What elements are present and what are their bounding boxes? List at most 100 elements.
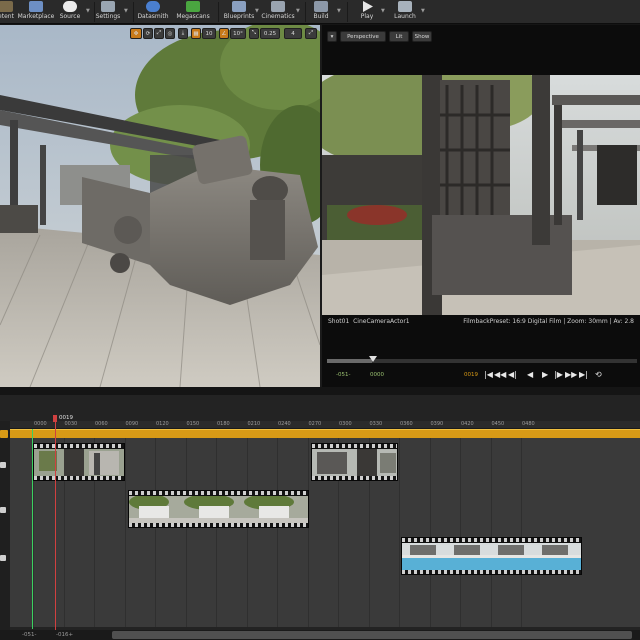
- play-icon: [360, 1, 374, 12]
- source-dropdown-arrow[interactable]: ▼: [86, 8, 92, 16]
- viewport-scene: [0, 25, 320, 387]
- preview-scrub-bar[interactable]: [327, 356, 637, 363]
- settings-icon: [101, 1, 115, 12]
- grid-snap-icon[interactable]: ▦: [191, 28, 201, 39]
- launch-button[interactable]: Launch: [392, 0, 418, 24]
- select-mode-icon[interactable]: ✥: [130, 28, 142, 39]
- ruler-tick-label: 0300: [339, 421, 352, 427]
- timeline-grid-line: [490, 427, 492, 627]
- main-toolbar: etent Marketplace Source ▼ Settings ▼ Da…: [0, 0, 640, 24]
- play-reverse-icon[interactable]: ◀: [527, 370, 533, 379]
- sequencer-horizontal-scrollbar[interactable]: [112, 631, 632, 639]
- ruler-tick-label: 0330: [369, 421, 383, 427]
- step-back-icon[interactable]: ◀|: [508, 370, 517, 379]
- surface-snap-icon[interactable]: ⤓: [178, 28, 188, 39]
- cinematics-icon: [271, 1, 285, 12]
- lit-label: Lit: [395, 33, 403, 40]
- settings-dropdown-arrow[interactable]: ▼: [124, 8, 130, 16]
- ruler-tick-label: 0270: [308, 421, 322, 427]
- datasmith-button[interactable]: Datasmith: [137, 0, 169, 24]
- angle-snap-value[interactable]: 10°: [230, 28, 246, 39]
- range-start-label: -051-: [336, 372, 351, 378]
- ruler-tick-label: 0060: [95, 421, 108, 427]
- lit-dropdown[interactable]: Lit: [389, 31, 409, 42]
- toolbar-separator: [347, 2, 348, 22]
- launch-icon: [398, 1, 412, 12]
- perspective-dropdown[interactable]: Perspective: [340, 31, 386, 42]
- blueprints-icon: [232, 1, 246, 12]
- cinematics-dropdown-arrow[interactable]: ▼: [296, 8, 302, 16]
- content-button[interactable]: etent: [0, 0, 18, 24]
- ruler-tick-label: 0420: [461, 421, 474, 427]
- rotate-mode-icon[interactable]: ⟳: [143, 28, 153, 39]
- scrub-handle-icon[interactable]: [369, 356, 377, 362]
- shot-clip-1a[interactable]: [33, 443, 125, 481]
- build-button[interactable]: Build: [310, 0, 332, 24]
- track-icon-column: [0, 421, 10, 635]
- timeline-grid-line: [399, 427, 400, 627]
- playhead-line[interactable]: [55, 415, 56, 635]
- playhead-handle[interactable]: [53, 415, 57, 422]
- ruler-tick-label: 0450: [491, 421, 505, 427]
- perspective-label: Perspective: [347, 33, 379, 40]
- marketplace-button[interactable]: Marketplace: [18, 0, 54, 24]
- source-control-button[interactable]: Source: [58, 0, 82, 24]
- play-button[interactable]: Play: [356, 0, 378, 24]
- shot-track-icon[interactable]: [0, 462, 6, 468]
- source-control-icon: [63, 1, 77, 12]
- camera-speed-value[interactable]: 4: [284, 28, 302, 39]
- grid-snap-value[interactable]: 10: [202, 28, 216, 39]
- scale-snap-icon[interactable]: ⤡: [249, 28, 259, 39]
- shot-clip-1b[interactable]: [311, 443, 398, 481]
- jump-to-end-icon[interactable]: ▶|: [579, 370, 588, 379]
- toolbar-separator: [133, 2, 134, 22]
- camera-preview: [322, 75, 640, 338]
- sequencer-time-ruler[interactable]: 0000 0030 0060 0090 0120 0150 0180 0210 0240 0270…: [0, 421, 640, 429]
- in-point-label: 0000: [370, 372, 384, 378]
- camera-preview-scene: [322, 75, 640, 315]
- toolbar-separator: [305, 2, 306, 22]
- blueprints-dropdown-arrow[interactable]: ▼: [255, 8, 261, 16]
- toolbar-separator: [218, 2, 219, 22]
- shot-camera-label: Shot01 CineCameraActor1: [328, 318, 410, 325]
- level-viewport[interactable]: ✥ ⟳ ⤢ ◎ ⤓ ▦ 10 ∠ 10° ⤡ 0.25 4 ⤢: [0, 25, 320, 387]
- camera-cut-track-icon[interactable]: [0, 430, 8, 438]
- launch-dropdown-arrow[interactable]: ▼: [421, 8, 427, 16]
- start-range-marker[interactable]: [32, 429, 33, 629]
- shot-clip-3[interactable]: [401, 537, 582, 575]
- datasmith-icon: [146, 1, 160, 12]
- sequencer-bottom-bar: -051- -016+: [0, 630, 640, 640]
- build-dropdown-arrow[interactable]: ▼: [337, 8, 343, 16]
- scale-mode-icon[interactable]: ⤢: [154, 28, 164, 39]
- megascans-button[interactable]: Megascans: [176, 0, 210, 24]
- shot-track-icon[interactable]: [0, 507, 6, 513]
- cinematics-button[interactable]: Cinematics: [261, 0, 295, 24]
- timeline-grid-line: [521, 427, 522, 627]
- play-forward-icon[interactable]: ▶: [542, 370, 548, 379]
- scale-snap-value[interactable]: 0.25: [260, 28, 280, 39]
- cinematic-viewport[interactable]: ▾ Perspective Lit Show Shot01 CineCamera…: [322, 25, 640, 387]
- fast-forward-icon[interactable]: ▶▶: [565, 370, 577, 379]
- maximize-viewport-icon[interactable]: ⤢: [305, 28, 317, 39]
- angle-snap-icon[interactable]: ∠: [219, 28, 229, 39]
- jump-to-start-icon[interactable]: |◀: [484, 370, 493, 379]
- ruler-tick-label: 0480: [522, 421, 535, 427]
- loop-icon[interactable]: ⟲: [595, 370, 602, 379]
- blueprints-button[interactable]: Blueprints: [224, 0, 254, 24]
- viewport-options-icon[interactable]: ▾: [327, 31, 337, 42]
- step-forward-icon[interactable]: |▶: [554, 370, 563, 379]
- shot-clip-2[interactable]: [128, 490, 309, 528]
- camera-info-bar: Shot01 CineCameraActor1 FilmbackPreset: …: [322, 314, 640, 328]
- shot-track-icon[interactable]: [0, 555, 6, 561]
- content-icon: [0, 1, 13, 12]
- rewind-icon[interactable]: ◀◀: [494, 370, 506, 379]
- camera-cut-track[interactable]: [10, 429, 640, 438]
- settings-button[interactable]: Settings: [96, 0, 120, 24]
- play-dropdown-arrow[interactable]: ▼: [381, 8, 387, 16]
- ruler-tick-label: 0210: [247, 421, 261, 427]
- world-local-icon[interactable]: ◎: [165, 28, 175, 39]
- megascans-icon: [186, 1, 200, 12]
- show-label: Show: [414, 33, 430, 40]
- show-dropdown[interactable]: Show: [412, 31, 432, 42]
- playback-controls: -051- 0000 0019 |◀ ◀◀ ◀| ◀ ▶ |▶ ▶▶ ▶| ⟲: [322, 367, 640, 383]
